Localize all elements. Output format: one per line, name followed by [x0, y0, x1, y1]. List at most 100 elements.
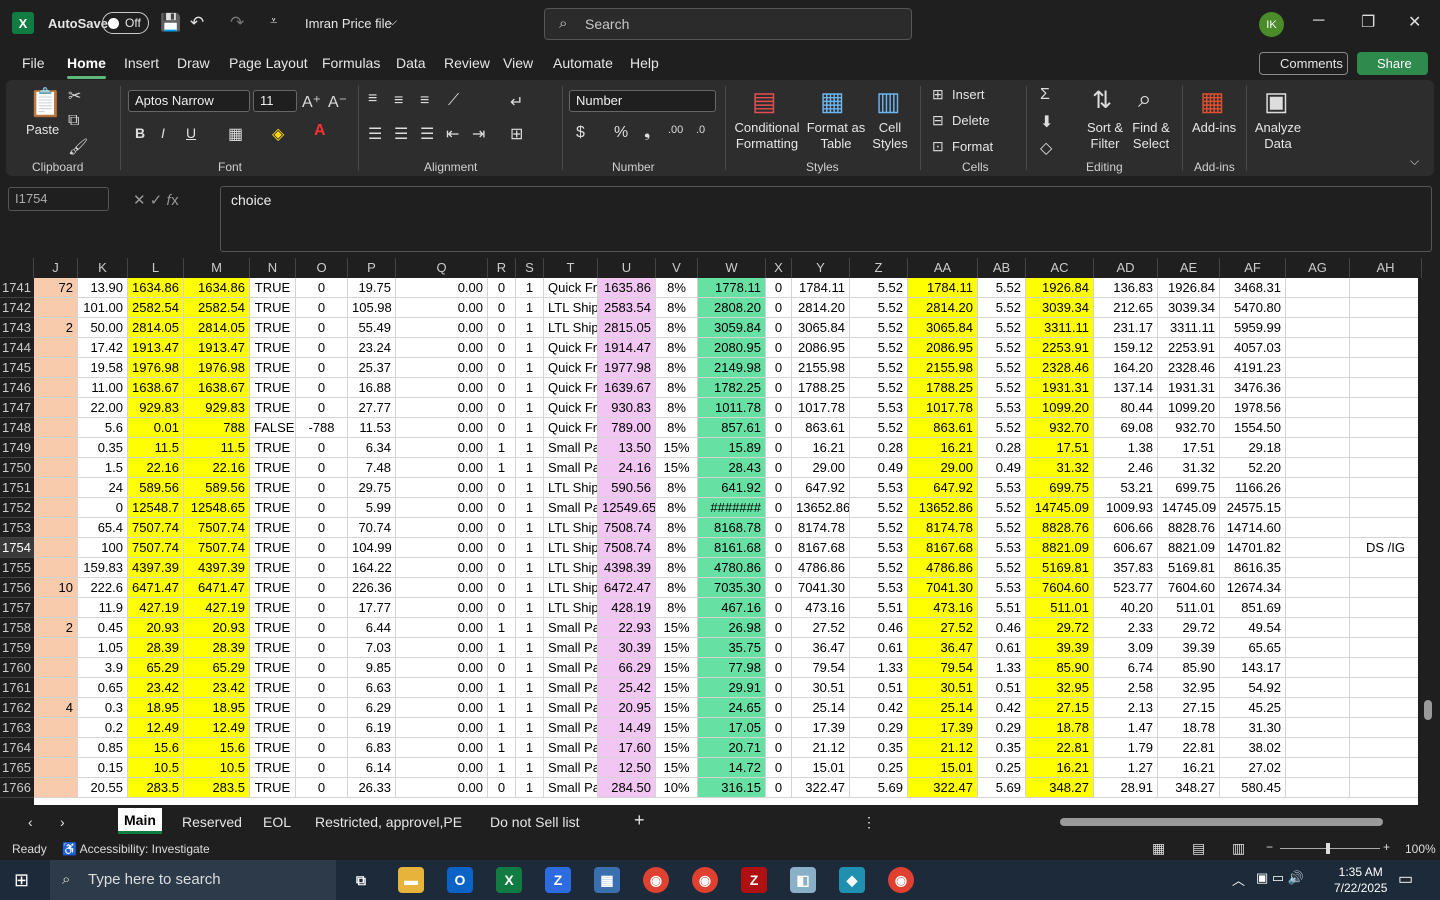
task-view-icon[interactable]: ⧉ — [348, 867, 374, 893]
page-layout-view-icon[interactable]: ▤ — [1192, 840, 1205, 857]
cell[interactable]: Quick Fr — [544, 398, 598, 418]
cell[interactable]: 0.15 — [78, 758, 128, 778]
cell[interactable]: 1 — [516, 758, 544, 778]
cell[interactable]: 0 — [766, 738, 792, 758]
cell[interactable]: 5.52 — [850, 518, 908, 538]
cell[interactable]: 27.02 — [1220, 758, 1286, 778]
cell[interactable]: 0 — [296, 278, 348, 298]
cell[interactable]: 5.53 — [978, 478, 1026, 498]
cell[interactable]: 25.14 — [908, 698, 978, 718]
cell[interactable]: 4057.03 — [1220, 338, 1286, 358]
cell[interactable]: 1931.31 — [1158, 378, 1220, 398]
cell[interactable]: 1.33 — [850, 658, 908, 678]
cell[interactable]: 0 — [766, 318, 792, 338]
cell[interactable]: 29.72 — [1158, 618, 1220, 638]
paste-icon[interactable]: 📋 — [28, 86, 63, 119]
cell[interactable]: 6.44 — [348, 618, 396, 638]
cell[interactable]: TRUE — [250, 698, 296, 718]
cell[interactable]: 2155.98 — [792, 358, 850, 378]
row-header[interactable]: 1763 — [0, 718, 34, 738]
cell[interactable]: 0.00 — [396, 318, 488, 338]
cell[interactable]: 0.00 — [396, 358, 488, 378]
cell[interactable]: 0 — [766, 598, 792, 618]
cell[interactable]: 0.00 — [396, 658, 488, 678]
cell[interactable]: 0 — [296, 758, 348, 778]
cell[interactable] — [34, 638, 78, 658]
cell[interactable]: 14.49 — [598, 718, 656, 738]
cell[interactable]: TRUE — [250, 438, 296, 458]
cell[interactable]: 8828.76 — [1158, 518, 1220, 538]
cell[interactable]: 511.01 — [1026, 598, 1094, 618]
cell[interactable]: 30.39 — [598, 638, 656, 658]
fill-icon[interactable]: ⬇ — [1040, 112, 1053, 132]
column-header-ae[interactable]: AE — [1158, 258, 1220, 278]
cell[interactable] — [1286, 398, 1350, 418]
cell[interactable] — [1350, 498, 1418, 518]
cell[interactable]: 1976.98 — [128, 358, 184, 378]
cell[interactable]: 45.25 — [1220, 698, 1286, 718]
cell[interactable]: 1 — [488, 698, 516, 718]
cell[interactable]: 12548.7 — [128, 498, 184, 518]
cell[interactable]: 25.14 — [792, 698, 850, 718]
cell[interactable]: 1639.67 — [598, 378, 656, 398]
cell[interactable]: 2814.05 — [128, 318, 184, 338]
column-header-y[interactable]: Y — [792, 258, 850, 278]
cell[interactable]: 19.75 — [348, 278, 396, 298]
cell[interactable]: TRUE — [250, 358, 296, 378]
cell[interactable]: 20.55 — [78, 778, 128, 798]
cell[interactable]: 6.34 — [348, 438, 396, 458]
cell[interactable]: 0.51 — [850, 678, 908, 698]
cell[interactable]: 6.83 — [348, 738, 396, 758]
row-header[interactable]: 1760 — [0, 658, 34, 678]
cell[interactable]: 5.69 — [978, 778, 1026, 798]
cell[interactable]: 0.29 — [850, 718, 908, 738]
cell[interactable]: 0 — [296, 498, 348, 518]
cell[interactable] — [1350, 338, 1418, 358]
cell[interactable]: 1 — [516, 398, 544, 418]
cell[interactable] — [1286, 618, 1350, 638]
cell[interactable]: 12.50 — [598, 758, 656, 778]
cell[interactable] — [1286, 418, 1350, 438]
cell[interactable] — [1286, 678, 1350, 698]
cell[interactable]: 1 — [516, 458, 544, 478]
cell[interactable]: 3476.36 — [1220, 378, 1286, 398]
cell[interactable]: 788 — [184, 418, 250, 438]
cell[interactable] — [34, 518, 78, 538]
cell[interactable]: 11.5 — [184, 438, 250, 458]
tab-data[interactable]: Data — [396, 55, 426, 71]
cell[interactable]: 0 — [296, 318, 348, 338]
cell[interactable]: 16.21 — [1026, 758, 1094, 778]
cell[interactable]: 0 — [296, 598, 348, 618]
cell[interactable]: 0 — [296, 338, 348, 358]
cell[interactable]: Quick Fr — [544, 358, 598, 378]
cell[interactable]: 428.19 — [598, 598, 656, 618]
cell[interactable]: 5.69 — [850, 778, 908, 798]
cell[interactable]: 0 — [78, 498, 128, 518]
cell[interactable]: 2.58 — [1094, 678, 1158, 698]
cell[interactable]: 0 — [488, 658, 516, 678]
cell[interactable]: 6.14 — [348, 758, 396, 778]
cell[interactable]: 699.75 — [1158, 478, 1220, 498]
cell[interactable]: Quick Fr — [544, 278, 598, 298]
cell[interactable] — [1286, 758, 1350, 778]
cell[interactable]: 66.29 — [598, 658, 656, 678]
cell[interactable]: 27.52 — [792, 618, 850, 638]
cell[interactable]: 0 — [296, 398, 348, 418]
cell[interactable]: 65.4 — [78, 518, 128, 538]
cell[interactable]: 8821.09 — [1158, 538, 1220, 558]
cell[interactable]: 15% — [656, 738, 698, 758]
cell[interactable]: 85.90 — [1158, 658, 1220, 678]
cell[interactable]: 15.6 — [184, 738, 250, 758]
cell[interactable]: 1.47 — [1094, 718, 1158, 738]
cell[interactable] — [1286, 598, 1350, 618]
cell[interactable]: LTL Ship — [544, 318, 598, 338]
cell[interactable]: 0 — [296, 718, 348, 738]
cell[interactable] — [1350, 398, 1418, 418]
cell[interactable]: Small Pa — [544, 438, 598, 458]
cell[interactable]: 4786.86 — [792, 558, 850, 578]
cell[interactable]: LTL Ship — [544, 478, 598, 498]
row-header[interactable]: 1762 — [0, 698, 34, 718]
tray-icons[interactable]: ▣ ▭ 🔊 — [1256, 870, 1304, 886]
cell[interactable]: 0 — [488, 558, 516, 578]
cell[interactable]: 8174.78 — [792, 518, 850, 538]
